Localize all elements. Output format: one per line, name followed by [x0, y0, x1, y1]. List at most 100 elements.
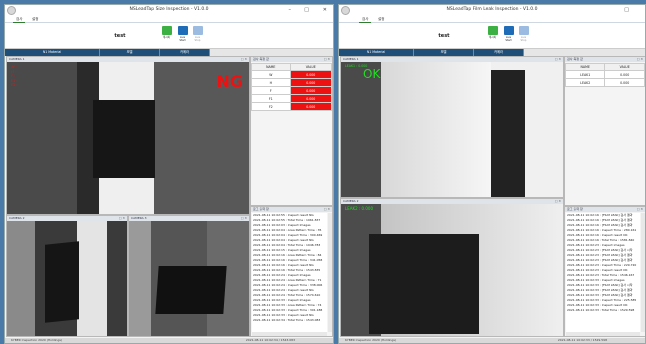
- inspected-part: [93, 100, 155, 178]
- recipe-button[interactable]: 레시피: [161, 26, 172, 42]
- status-row: N1 Material 모델 카메라: [339, 49, 645, 56]
- row-value: 0.000: [604, 78, 645, 87]
- log-list[interactable]: 2021-08-11 10:02:16 : [FILM LEAK] 검사 결과 2…: [566, 213, 640, 332]
- result-ok-label: OK: [363, 67, 381, 81]
- title-bar[interactable]: NSLeadTap Size Inspection - V1.0.0 – □ ✕: [5, 5, 333, 16]
- window-title: NSLeadTap Film Leak Inspection - V1.0.0: [446, 7, 538, 12]
- title-bar[interactable]: NSLeadTap Film Leak Inspection - V1.0.0 …: [339, 5, 645, 16]
- panel-controls[interactable]: □ ✕: [324, 57, 330, 62]
- camera-1-view[interactable]: LEAK1 : 0.000 OK: [341, 62, 563, 197]
- camera-2-panel: CAMERA 2 □ ✕ LEAK2 : 0.000: [340, 198, 564, 337]
- panel-controls[interactable]: □ ✕: [324, 207, 330, 212]
- film-leak-window: NSLeadTap Film Leak Inspection - V1.0.0 …: [338, 4, 646, 344]
- window-title: NSLeadTap Size Inspection - V1.0.0: [129, 7, 209, 12]
- table-row[interactable]: F1 0.000: [251, 94, 333, 103]
- camera-1-panel: CAMERA 1 □ ✕ LEAK1 : 0.000 OK: [340, 56, 564, 198]
- size-inspection-window: NSLeadTap Size Inspection - V1.0.0 – □ ✕…: [4, 4, 334, 344]
- menu-bar: 검사 설정: [339, 16, 645, 24]
- camera-3-view[interactable]: [129, 221, 249, 336]
- live-stop-button[interactable]: Live Stop: [192, 26, 203, 42]
- result-panel: 검사 측정 값 □ ✕ NAME VALUE W 0.000 H 0.000 F 0.…: [250, 56, 333, 206]
- live-start-label: Live Start: [505, 36, 512, 42]
- footer-left-text: KYBER Inspection 2020 (Holdings): [345, 338, 397, 342]
- table-row[interactable]: LEAK2 0.000: [564, 78, 645, 87]
- column-name: NAME: [564, 63, 606, 71]
- log-header: 로그 출력 창 □ ✕: [565, 207, 645, 212]
- panel-controls[interactable]: □ ✕: [637, 207, 643, 212]
- row-value: 0.000: [289, 102, 333, 111]
- live-stop-icon: [192, 26, 203, 35]
- log-horizontal-scrollbar[interactable]: [252, 332, 327, 336]
- maximize-icon[interactable]: □: [624, 7, 629, 13]
- status-camera: 카메라: [474, 49, 524, 56]
- row-name: F2: [251, 102, 291, 111]
- recipe-name: test: [438, 33, 450, 39]
- status-material: N1 Material: [339, 49, 414, 56]
- menu-bar: 검사 설정: [5, 16, 333, 24]
- log-vertical-scrollbar[interactable]: [641, 213, 645, 332]
- inspected-part: [369, 234, 479, 334]
- camera-2-title: CAMERA 2: [9, 216, 25, 220]
- result-title: 검사 측정 값: [567, 57, 583, 61]
- maximize-icon[interactable]: □: [304, 7, 309, 13]
- camera-bg-left: [341, 62, 381, 197]
- log-line: 2021-08-11 10:02:33 : Total Time : 1529.…: [567, 308, 635, 312]
- footer-left-text: KYBER Inspection 2020 (Holdings): [11, 338, 63, 342]
- table-row[interactable]: F2 0.000: [251, 102, 333, 111]
- log-header: 로그 출력 창 □ ✕: [251, 207, 332, 212]
- row-name: LEAK2: [564, 78, 606, 87]
- close-icon[interactable]: ✕: [323, 7, 327, 13]
- log-line: 2021-08-11 10:02:34 : Total Time : 1543.…: [253, 318, 321, 322]
- status-footer: KYBER Inspection 2020 (Holdings) 2021-08…: [5, 338, 333, 343]
- live-start-icon: [177, 26, 188, 35]
- live-start-icon: [503, 26, 514, 35]
- camera-3-title: CAMERA 3: [131, 216, 147, 220]
- panel-controls[interactable]: □ ✕: [637, 57, 643, 62]
- live-start-button[interactable]: Live Start: [503, 26, 514, 42]
- log-horizontal-scrollbar[interactable]: [566, 332, 640, 336]
- row-name: W: [251, 70, 291, 79]
- status-row: N1 Material 모델 카메라: [5, 49, 333, 56]
- column-name: NAME: [251, 63, 291, 71]
- recipe-icon: [487, 26, 498, 35]
- live-stop-button[interactable]: Live Stop: [518, 26, 529, 42]
- tab-settings[interactable]: 설정: [375, 17, 387, 22]
- minimize-icon[interactable]: –: [289, 7, 292, 13]
- camera-2-view[interactable]: LEAK2 : 0.000: [341, 204, 563, 336]
- camera-1-view[interactable]: W : H : F : F1 : F2 : NG: [7, 62, 249, 214]
- live-stop-icon: [518, 26, 529, 35]
- tab-settings[interactable]: 설정: [29, 17, 41, 22]
- table-row[interactable]: W 0.000: [251, 70, 333, 79]
- recipe-button-label: 레시피: [488, 36, 497, 39]
- row-value: 0.000: [289, 78, 333, 87]
- result-table: NAME VALUE LEAK1 0.000 LEAK2 0.000: [564, 63, 645, 87]
- result-header: 검사 측정 값 □ ✕: [565, 57, 645, 62]
- camera-bg-left: [129, 221, 151, 336]
- measurement-overlay: W : H : F : F1 : F2 :: [11, 65, 18, 88]
- log-list[interactable]: 2021-08-11 10:02:55 : Inspect result NG 2…: [252, 213, 327, 332]
- table-row[interactable]: F 0.000: [251, 86, 333, 95]
- row-value: 0.000: [289, 70, 333, 79]
- log-panel: 로그 출력 창 □ ✕ 2021-08-11 10:02:55 : Inspec…: [250, 206, 333, 337]
- camera-2-title: CAMERA 2: [343, 199, 359, 203]
- live-start-button[interactable]: Live Start: [177, 26, 188, 42]
- status-model: 모델: [414, 49, 474, 56]
- camera-2-view[interactable]: [7, 221, 127, 336]
- ribbon: test 레시피 Live Start Live Stop: [5, 23, 333, 49]
- camera-3-panel: CAMERA 3 □ ✕: [128, 215, 250, 337]
- row-name: F: [251, 86, 291, 95]
- live-stop-label: Live Stop: [520, 36, 527, 42]
- camera-bg-left: [7, 221, 35, 336]
- status-camera: 카메라: [160, 49, 210, 56]
- log-vertical-scrollbar[interactable]: [328, 213, 332, 332]
- camera-1-title: CAMERA 1: [9, 57, 25, 61]
- camera-1-title: CAMERA 1: [343, 57, 359, 61]
- overlay-f2: F2 :: [11, 83, 18, 88]
- recipe-button[interactable]: 레시피: [487, 26, 498, 42]
- result-panel: 검사 측정 값 □ ✕ NAME VALUE LEAK1 0.000 LEAK2 0…: [564, 56, 645, 206]
- recipe-icon: [161, 26, 172, 35]
- log-title: 로그 출력 창: [253, 207, 269, 211]
- table-row[interactable]: LEAK1 0.000: [564, 70, 645, 79]
- recipe-name: test: [114, 33, 126, 39]
- table-row[interactable]: H 0.000: [251, 78, 333, 87]
